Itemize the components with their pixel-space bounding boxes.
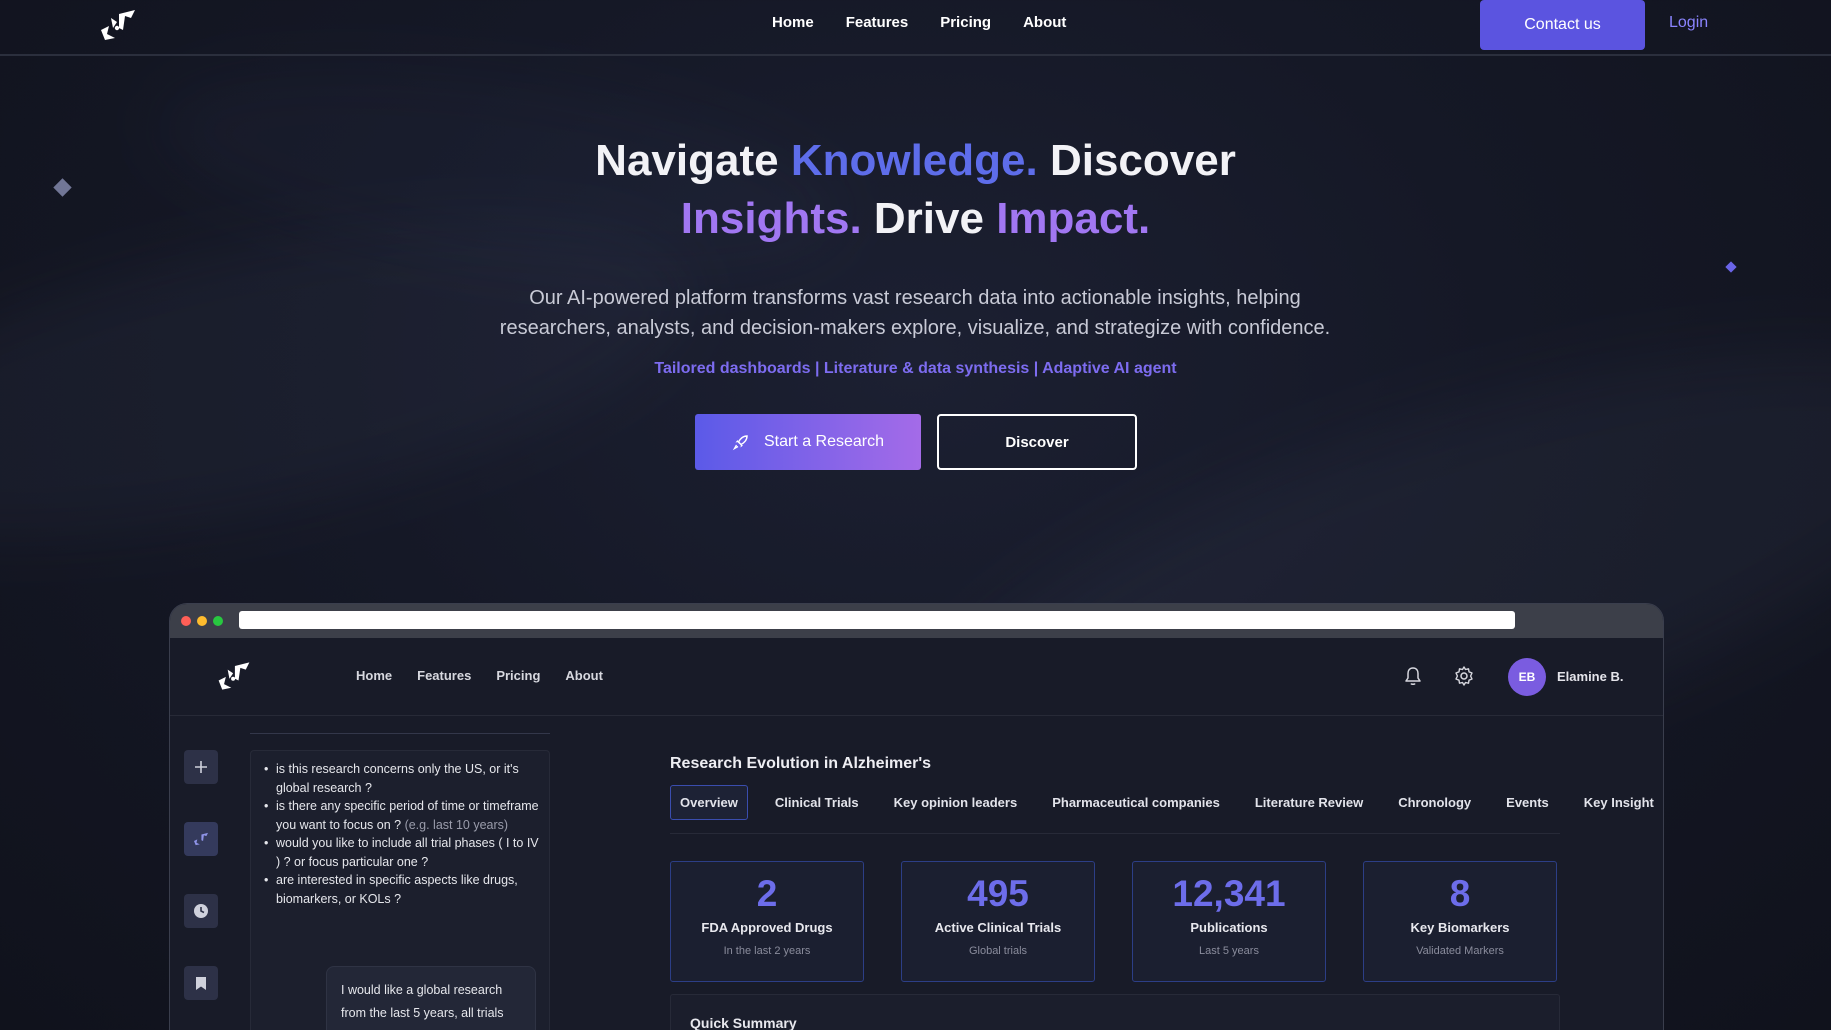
stat-value: 8 [1449, 873, 1471, 914]
rocket-icon [732, 435, 748, 451]
user-name: Elamine B. [1557, 669, 1624, 684]
stat-subtext: In the last 2 years [723, 945, 811, 957]
hero-title-part: Navigate [595, 136, 791, 185]
question-text: are interested in specific aspects like … [276, 873, 518, 906]
nav-about-link[interactable]: About [1023, 14, 1066, 31]
login-link[interactable]: Login [1669, 14, 1708, 32]
discover-button[interactable]: Discover [937, 414, 1137, 470]
stat-subtext: Global trials [968, 945, 1028, 957]
tab-events: Events [1506, 794, 1549, 810]
app-preview-window: Home Features Pricing About EB Elamine B… [169, 603, 1664, 1030]
app-nav-pricing: Pricing [496, 668, 541, 683]
user-avatar: EB [1508, 658, 1546, 696]
hero-title-part: Discover [1037, 136, 1236, 185]
tab-chronology: Chronology [1398, 794, 1472, 810]
hero-title-part: Drive [861, 194, 997, 243]
app-navbar: Home Features Pricing About EB Elamine B… [170, 638, 1663, 716]
tab-pharmaceutical-companies: Pharmaceutical companies [1052, 794, 1220, 810]
app-nav-features: Features [417, 668, 472, 683]
dashboard-tabs: Overview Clinical Trials Key opinion lea… [670, 783, 1663, 821]
app-nav-home: Home [356, 668, 393, 683]
question-hint: (e.g. last 10 years) [404, 817, 509, 832]
tab-key-opinion-leaders: Key opinion leaders [893, 794, 1018, 810]
list-item: would you like to include all trial phas… [264, 834, 544, 871]
stat-card-publications: 12,341 Publications Last 5 years [1132, 861, 1326, 982]
question-text: is this research concerns only the US, o… [276, 762, 519, 795]
agent-logo-icon [194, 832, 208, 846]
assistant-questions: is this research concerns only the US, o… [264, 760, 544, 908]
bell-icon [1405, 667, 1421, 685]
list-item: are interested in specific aspects like … [264, 871, 544, 908]
stat-value: 2 [756, 873, 778, 914]
window-close-icon [181, 616, 191, 626]
contact-us-button[interactable]: Contact us [1480, 0, 1645, 50]
question-text: would you like to include all trial phas… [276, 836, 539, 869]
nav-home-link[interactable]: Home [772, 14, 814, 31]
address-bar [239, 611, 1515, 629]
history-button [184, 894, 218, 928]
agent-button [184, 822, 218, 856]
stat-value: 495 [967, 873, 1029, 914]
app-logo-icon [218, 662, 250, 690]
stat-subtext: Validated Markers [1416, 945, 1504, 957]
hero-title: Navigate Knowledge. Discover Insights. D… [0, 132, 1831, 248]
tab-overview: Overview [670, 784, 748, 820]
stat-label: Key Biomarkers [1410, 920, 1510, 935]
stat-label: FDA Approved Drugs [701, 920, 833, 935]
user-message: I would like a global research from the … [326, 966, 536, 1030]
stat-subtext: Last 5 years [1199, 945, 1259, 957]
hero-title-highlight: Knowledge. [790, 136, 1038, 185]
stat-value: 12,341 [1172, 873, 1286, 914]
tab-key-insight: Key Insight [1583, 794, 1654, 810]
hero-subtitle: Our AI-powered platform transforms vast … [465, 283, 1365, 343]
window-maximize-icon [213, 616, 223, 626]
start-research-label: Start a Research [763, 433, 885, 450]
stat-card-clinical-trials: 495 Active Clinical Trials Global trials [901, 861, 1095, 982]
start-research-button[interactable]: Start a Research [695, 414, 921, 470]
quick-summary-panel [670, 994, 1560, 1030]
tab-literature-review: Literature Review [1254, 794, 1364, 810]
bookmark-icon [196, 976, 206, 990]
app-nav-about: About [565, 668, 603, 683]
hero-title-highlight: Impact. [996, 194, 1151, 243]
decorative-diamond-icon [1725, 261, 1737, 273]
list-item: is this research concerns only the US, o… [264, 760, 544, 797]
plus-icon [195, 761, 207, 773]
app-preview: Home Features Pricing About EB Elamine B… [170, 638, 1663, 1030]
stat-card-biomarkers: 8 Key Biomarkers Validated Markers [1363, 861, 1557, 982]
quick-summary-title: Quick Summary [690, 1015, 797, 1030]
list-item: is there any specific period of time or … [264, 797, 544, 834]
stat-label: Active Clinical Trials [934, 920, 1062, 935]
hero-subtitle-line: Our AI-powered platform transforms vast … [529, 287, 1301, 309]
browser-titlebar [170, 604, 1663, 638]
hero-title-highlight: Insights. [680, 194, 862, 243]
clock-icon [194, 904, 208, 918]
app-nav-links: Home Features Pricing About [356, 668, 603, 683]
nav-features-link[interactable]: Features [846, 14, 909, 31]
main-nav: Home Features Pricing About [772, 14, 1066, 31]
stat-label: Publications [1190, 920, 1268, 935]
bookmarks-button [184, 966, 218, 1000]
hero-subtitle-line: researchers, analysts, and decision-make… [499, 317, 1331, 339]
stat-card-fda-drugs: 2 FDA Approved Drugs In the last 2 years [670, 861, 864, 982]
gear-icon [1455, 666, 1473, 686]
tabs-divider [670, 833, 1560, 834]
brand-logo-icon[interactable] [97, 8, 139, 42]
new-chat-button [184, 750, 218, 784]
tab-clinical-trials: Clinical Trials [774, 794, 859, 810]
hero-tagline: Tailored dashboards | Literature & data … [654, 360, 1177, 377]
window-minimize-icon [197, 616, 207, 626]
top-navbar: Home Features Pricing About Contact us L… [0, 0, 1831, 56]
research-title: Research Evolution in Alzheimer's [670, 755, 932, 772]
nav-pricing-link[interactable]: Pricing [940, 14, 991, 31]
